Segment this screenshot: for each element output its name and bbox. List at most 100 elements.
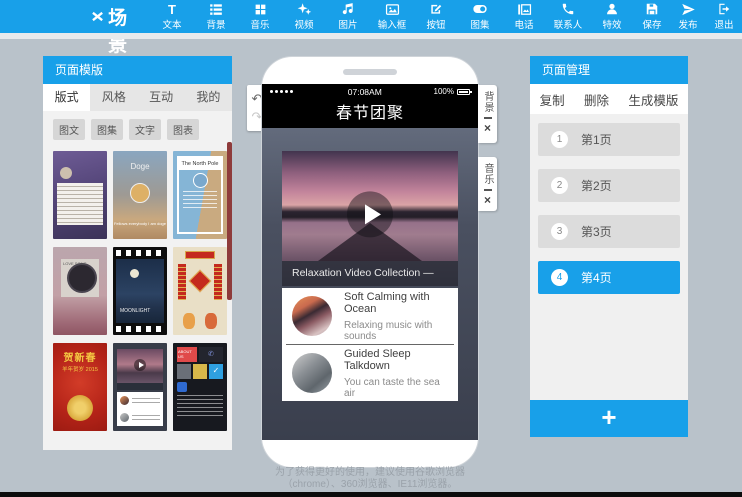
save-icon (645, 2, 659, 16)
tool-contacts[interactable]: 联系人 (546, 2, 590, 31)
undo-icon[interactable]: ↶ (252, 93, 263, 106)
tool-music[interactable]: 音乐 (238, 2, 282, 31)
page-item-3[interactable]: 3 第3页 (538, 215, 680, 248)
template-grid: Doge Fellows everybody I am doge The Nor… (43, 144, 232, 438)
publish-button[interactable]: 发布 (670, 2, 706, 31)
tool-effects[interactable]: 特效 (590, 2, 634, 31)
filter-chart[interactable]: 图表 (167, 119, 199, 140)
video-element[interactable]: Relaxation Video Collection — (282, 151, 458, 286)
filter-text[interactable]: 文字 (129, 119, 161, 140)
template-thumb-profile-card[interactable] (53, 151, 107, 239)
grid-icon (254, 2, 267, 16)
music-control-tab: 音乐 × (478, 157, 497, 211)
minimize-icon[interactable] (484, 117, 492, 119)
templates-scrollbar[interactable] (227, 142, 232, 300)
page-list: 1 第1页 2 第2页 3 第3页 4 第4页 + (530, 114, 688, 437)
couplet-left (178, 264, 186, 300)
page-content: Relaxation Video Collection — Soft Calmi… (262, 128, 478, 401)
close-icon[interactable]: × (484, 195, 491, 206)
template-thumb-love-song[interactable]: LOVE SONG (53, 247, 107, 335)
template-thumb-moonlight[interactable]: MOONLIGHT (113, 247, 167, 335)
page-actions: 复制 删除 生成模版 (530, 84, 688, 114)
notice-line-2: （chrome）、360浏览器、IE11浏览器。 (232, 479, 508, 491)
close-icon[interactable]: × (484, 123, 491, 134)
copy-button[interactable]: 复制 (540, 90, 565, 109)
text-icon: T (168, 2, 176, 16)
playlist-card: Soft Calming with Ocean Relaxing music w… (282, 288, 458, 401)
toolbar-actions: 保存 发布 退出 (634, 2, 742, 31)
app-tile (177, 382, 187, 392)
template-thumb-new-year-2015[interactable]: 贺新春 羊年贺岁 2015 (53, 343, 107, 431)
template-thumb-metro-tiles[interactable]: ABOUT US ✆ ✓ (173, 343, 227, 431)
video-caption: Relaxation Video Collection — (282, 261, 458, 286)
background-label: 背景 (478, 91, 497, 113)
couplet-right (214, 264, 222, 300)
template-thumb-north-pole[interactable]: The North Pole (173, 151, 227, 239)
status-bar: 07:08AM 100% (262, 84, 478, 99)
playlist-item[interactable]: Soft Calming with Ocean Relaxing music w… (282, 288, 458, 344)
tool-picture[interactable]: 图片 (326, 2, 370, 31)
headphones-tile (177, 364, 191, 379)
background-control-tab: 背景 × (478, 85, 497, 143)
template-filters: 图文 图集 文字 图表 (43, 111, 232, 144)
tool-input-box[interactable]: 输入框 (370, 2, 414, 31)
signal-dots-icon (270, 90, 296, 93)
tool-video[interactable]: 视频 (282, 2, 326, 31)
tab-interactive[interactable]: 互动 (138, 84, 185, 111)
track-subtitle: Relaxing music with sounds (344, 320, 448, 342)
text-lines (177, 395, 223, 417)
status-time: 07:08AM (296, 87, 434, 97)
track-title: Soft Calming with Ocean (344, 291, 448, 315)
save-button[interactable]: 保存 (634, 2, 670, 31)
about-tile: ABOUT US (177, 347, 197, 362)
bottom-bar (0, 492, 742, 497)
add-page-button[interactable]: + (530, 400, 688, 437)
page-item-4-selected[interactable]: 4 第4页 (538, 261, 680, 294)
template-tabs: 版式 风格 互动 我的 (43, 84, 232, 111)
page-item-1[interactable]: 1 第1页 (538, 123, 680, 156)
app-logo: 微场景 (92, 0, 140, 57)
generate-template-button[interactable]: 生成模版 (628, 90, 678, 109)
template-thumb-doge[interactable]: Doge Fellows everybody I am doge (113, 151, 167, 239)
phone-tile: ✆ (199, 347, 223, 362)
tab-mine[interactable]: 我的 (185, 84, 232, 111)
play-button[interactable] (347, 191, 393, 237)
tool-text[interactable]: T 文本 (150, 2, 194, 31)
tile-row: ✓ (177, 364, 223, 379)
battery-icon (457, 89, 470, 95)
page-label: 第2页 (581, 177, 612, 194)
frame: The North Pole (177, 156, 223, 234)
filter-image-text[interactable]: 图文 (53, 119, 85, 140)
music-label: 音乐 (478, 163, 497, 185)
tab-layout[interactable]: 版式 (43, 84, 90, 111)
page-templates-panel: 页面模版 版式 风格 互动 我的 图文 图集 文字 图表 Doge Fellow… (43, 56, 232, 450)
tool-button[interactable]: 按钮 (414, 2, 458, 31)
page-title[interactable]: 春节团聚 (262, 99, 478, 128)
tile-row: ABOUT US ✆ (177, 347, 223, 362)
tool-background[interactable]: 背景 (194, 2, 238, 31)
track-title: Guided Sleep Talkdown (344, 348, 448, 372)
delete-button[interactable]: 删除 (584, 90, 609, 109)
thumb (120, 396, 129, 405)
page-number-badge: 1 (551, 131, 568, 148)
playlist-item[interactable]: Guided Sleep Talkdown You can taste the … (282, 345, 458, 401)
track-subtitle: You can taste the sea air (344, 377, 448, 399)
diamond-ornament (189, 270, 212, 293)
exit-button[interactable]: 退出 (706, 2, 742, 31)
text-lines (132, 397, 160, 405)
page-number-badge: 2 (551, 177, 568, 194)
template-thumb-spring-couplets[interactable] (173, 247, 227, 335)
battery-indicator: 100% (434, 87, 470, 96)
battery-percent: 100% (434, 87, 454, 96)
redo-icon[interactable]: ↷ (252, 111, 263, 124)
tool-gallery[interactable]: 图集 (458, 2, 502, 31)
tool-phone-element[interactable]: 电话 (502, 2, 546, 31)
toggle-icon (472, 2, 488, 16)
page-management-panel: 页面管理 复制 删除 生成模版 1 第1页 2 第2页 3 第3页 4 第4页 … (530, 56, 688, 437)
film-sprockets (116, 250, 164, 256)
minimize-icon[interactable] (484, 189, 492, 191)
tab-style[interactable]: 风格 (90, 84, 137, 111)
filter-gallery[interactable]: 图集 (91, 119, 123, 140)
page-item-2[interactable]: 2 第2页 (538, 169, 680, 202)
template-thumb-relaxation-video[interactable] (113, 343, 167, 431)
